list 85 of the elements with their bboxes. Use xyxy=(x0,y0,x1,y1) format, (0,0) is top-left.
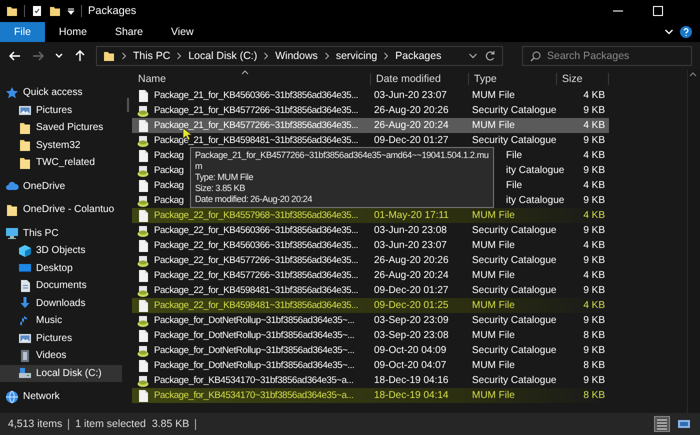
file-size: 8 KB xyxy=(583,390,605,401)
item-count: 4,513 items xyxy=(8,418,62,430)
file-type: MUM File xyxy=(472,240,515,251)
file-size: 4 KB xyxy=(583,150,605,161)
file-size: 4 KB xyxy=(583,180,605,191)
date-modified: 09-Oct-20 04:07 xyxy=(374,360,446,371)
file-type: MUM File xyxy=(472,330,515,341)
date-modified: 26-Aug-20 20:26 xyxy=(374,255,449,266)
date-modified: 18-Dec-19 04:14 xyxy=(374,390,448,401)
file-name: Package_21_for_KB4577266~31bf3856ad364e35... xyxy=(154,105,358,116)
file-type: MUM File xyxy=(472,300,515,311)
file-name: Package_22_for_KB4577266~31bf3856ad364e35... xyxy=(154,270,358,281)
file-type: MUM File xyxy=(472,120,515,131)
tooltip: Package_21_for_KB4577266~31bf3856ad364e35~amd64~~19041.504.1.2.mu m Type: MUM File Size: 3.85 KB Date modified: 26-Aug-20 20:24 xyxy=(190,147,494,208)
file-size: 9 KB xyxy=(583,105,605,116)
file-name: Packag xyxy=(154,165,184,176)
file-type: MUM File xyxy=(472,270,515,281)
file-name: Package_22_for_KB4598481~31bf3856ad364e35... xyxy=(154,285,358,296)
file-size: 9 KB xyxy=(583,165,605,176)
file-name: Package_22_for_KB4598481~31bf3856ad364e35... xyxy=(154,300,358,311)
date-modified: 26-Aug-20 20:24 xyxy=(374,120,449,131)
file-type: Security Catalogue xyxy=(472,345,556,356)
date-modified: 03-Jun-20 23:07 xyxy=(374,90,447,101)
file-name: Package_for_DotNetRollup~31bf3856ad364e35~... xyxy=(154,345,354,356)
file-size: 4 KB xyxy=(583,240,605,251)
file-name: Package_21_for_KB4577266~31bf3856ad364e35... xyxy=(154,120,358,131)
file-type: MUM File xyxy=(472,210,515,221)
date-modified: 18-Dec-19 04:16 xyxy=(374,375,448,386)
file-name: Packag xyxy=(154,150,184,161)
date-modified: 09-Dec-20 01:27 xyxy=(374,285,448,296)
file-size: 4 KB xyxy=(583,90,605,101)
file-type: File xyxy=(506,150,522,161)
file-size: 9 KB xyxy=(583,285,605,296)
date-modified: 26-Aug-20 20:24 xyxy=(374,270,449,281)
date-modified: 03-Sep-20 23:08 xyxy=(374,330,449,341)
file-name: Package_for_DotNetRollup~31bf3856ad364e35~... xyxy=(154,330,354,341)
file-size: 9 KB xyxy=(583,315,605,326)
file-type: Security Catalogue xyxy=(472,135,556,146)
file-size: 8 KB xyxy=(583,360,605,371)
file-type: Security Catalogue xyxy=(472,255,556,266)
file-type: ity Catalogue xyxy=(506,195,564,206)
date-modified: 26-Aug-20 20:26 xyxy=(374,105,449,116)
file-name: Package_for_DotNetRollup~31bf3856ad364e35~... xyxy=(154,315,354,326)
file-name: Package_22_for_KB4560366~31bf3856ad364e35... xyxy=(154,240,358,251)
file-name: Package_22_for_KB4557968~31bf3856ad364e35... xyxy=(154,210,358,221)
file-name: Package_21_for_KB4560366~31bf3856ad364e35... xyxy=(154,90,358,101)
file-name: Package_for_DotNetRollup~31bf3856ad364e35~... xyxy=(154,360,354,371)
date-modified: 03-Jun-20 23:07 xyxy=(374,240,447,251)
date-modified: 09-Oct-20 04:09 xyxy=(374,345,446,356)
file-type: MUM File xyxy=(472,90,515,101)
file-size: 4 KB xyxy=(583,270,605,281)
file-type: MUM File xyxy=(472,360,515,371)
file-name: Package_for_KB4534170~31bf3856ad364e35~a... xyxy=(154,375,354,386)
file-type: ity Catalogue xyxy=(506,165,564,176)
file-type: Security Catalogue xyxy=(472,375,556,386)
file-name: Package_21_for_KB4598481~31bf3856ad364e35... xyxy=(154,135,358,146)
file-size: 9 KB xyxy=(583,255,605,266)
file-type: Security Catalogue xyxy=(472,105,556,116)
file-name: Package_22_for_KB4560366~31bf3856ad364e35... xyxy=(154,225,358,236)
date-modified: 03-Sep-20 23:09 xyxy=(374,315,449,326)
file-size: 9 KB xyxy=(583,345,605,356)
file-size: 9 KB xyxy=(583,375,605,386)
file-type: Security Catalogue xyxy=(472,315,556,326)
date-modified: 09-Dec-20 01:25 xyxy=(374,300,448,311)
selection-count: 1 item selected xyxy=(75,418,146,430)
date-modified: 01-May-20 17:11 xyxy=(374,210,449,221)
selection-size: 3.85 KB xyxy=(152,418,190,430)
file-size: 4 KB xyxy=(583,300,605,311)
file-type: Security Catalogue xyxy=(472,225,556,236)
date-modified: 03-Jun-20 23:08 xyxy=(374,225,447,236)
file-name: Packag xyxy=(154,195,184,206)
file-type: Security Catalogue xyxy=(472,285,556,296)
file-size: 8 KB xyxy=(583,330,605,341)
date-modified: 09-Dec-20 01:27 xyxy=(374,135,448,146)
file-size: 4 KB xyxy=(583,120,605,131)
file-size: 4 KB xyxy=(583,210,605,221)
file-name: Packag xyxy=(154,180,184,191)
file-size: 9 KB xyxy=(583,225,605,236)
window-title: Packages xyxy=(88,5,136,17)
file-size: 9 KB xyxy=(583,195,605,206)
file-type: File xyxy=(506,180,522,191)
file-name: Package_for_KB4534170~31bf3856ad364e35~a... xyxy=(154,390,354,401)
file-size: 9 KB xyxy=(583,135,605,146)
file-name: Package_22_for_KB4577266~31bf3856ad364e35... xyxy=(154,255,358,266)
file-type: MUM File xyxy=(472,390,515,401)
